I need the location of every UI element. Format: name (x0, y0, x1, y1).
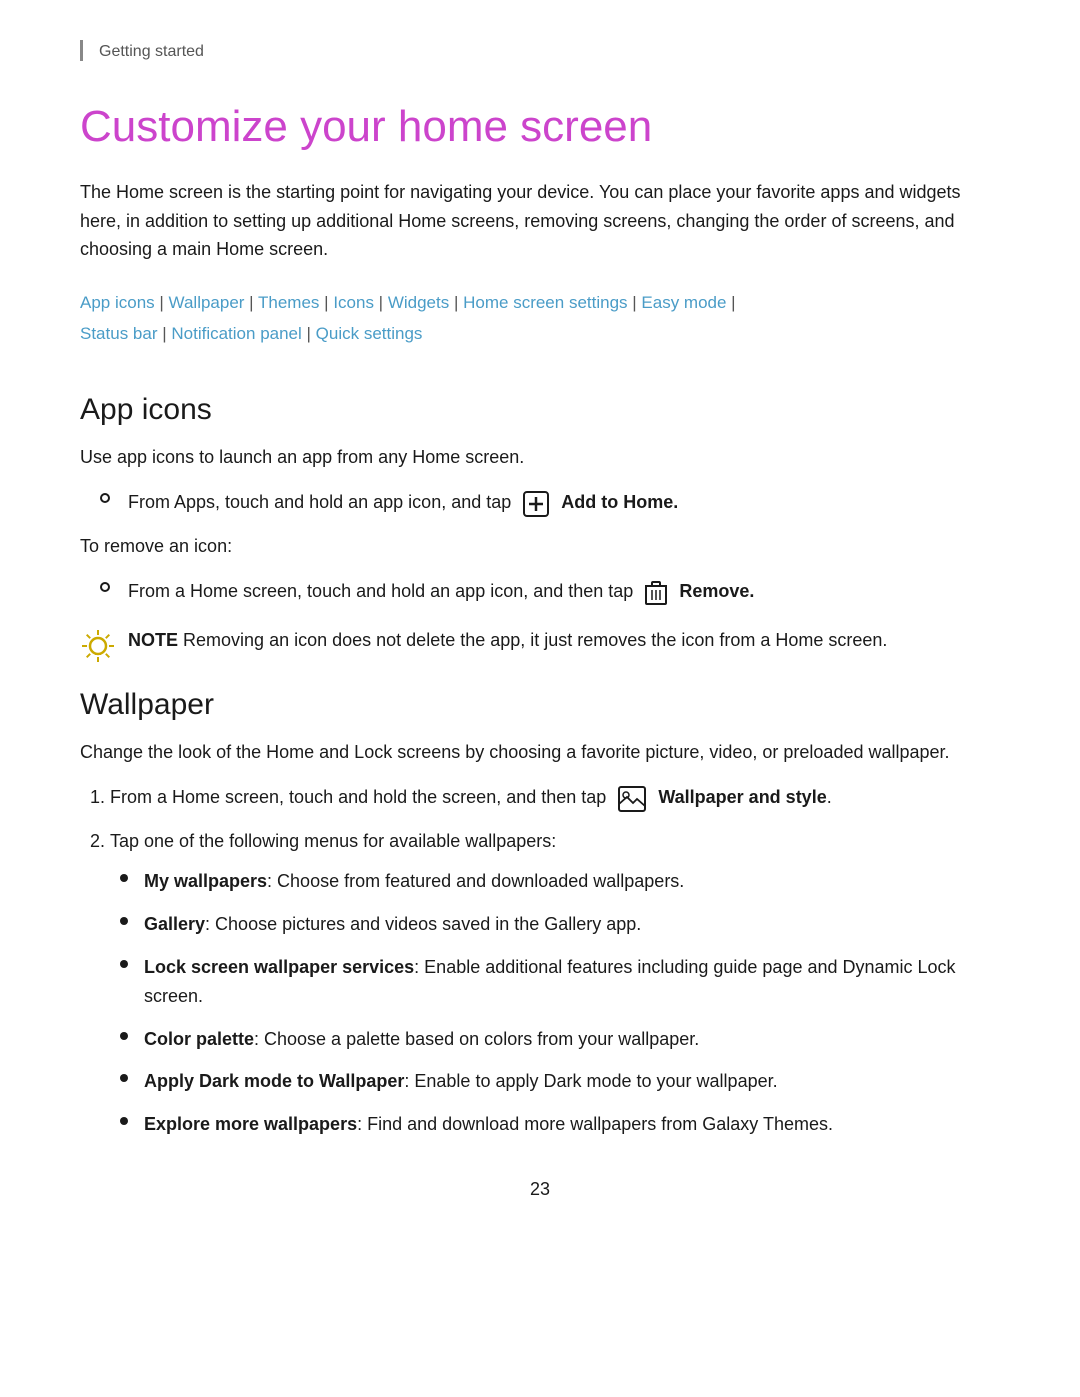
wallpaper-steps: From a Home screen, touch and hold the s… (80, 783, 1000, 1139)
sub-bullet-lock-screen-wallpaper: Lock screen wallpaper services: Enable a… (120, 953, 1000, 1011)
note-text: NOTE Removing an icon does not delete th… (128, 626, 887, 655)
app-icons-bullet-1: From Apps, touch and hold an app icon, a… (80, 488, 1000, 518)
nav-links-bar: App icons | Wallpaper | Themes | Icons |… (80, 288, 1000, 349)
app-icons-heading: App icons (80, 393, 1000, 427)
bullet-circle-1 (100, 493, 110, 503)
remove-intro: To remove an icon: (80, 532, 1000, 561)
intro-paragraph: The Home screen is the starting point fo… (80, 178, 1000, 264)
wallpaper-style-icon (615, 784, 649, 813)
wallpaper-description: Change the look of the Home and Lock scr… (80, 738, 1000, 767)
app-icons-bullet-2-text: From a Home screen, touch and hold an ap… (128, 577, 754, 607)
page-container: Getting started Customize your home scre… (0, 0, 1080, 1397)
sub-bullet-explore-wallpapers: Explore more wallpapers: Find and downlo… (120, 1110, 1000, 1139)
sub-bullet-dark-mode: Apply Dark mode to Wallpaper: Enable to … (120, 1067, 1000, 1096)
note-icon (80, 628, 116, 664)
nav-link-quick-settings[interactable]: Quick settings (316, 324, 423, 343)
nav-link-icons[interactable]: Icons (333, 293, 374, 312)
wallpaper-section: Wallpaper Change the look of the Home an… (80, 688, 1000, 1139)
app-icons-section: App icons Use app icons to launch an app… (80, 393, 1000, 664)
breadcrumb-text: Getting started (99, 43, 204, 60)
sub-bullet-gallery: Gallery: Choose pictures and videos save… (120, 910, 1000, 939)
note-block: NOTE Removing an icon does not delete th… (80, 626, 1000, 664)
nav-link-themes[interactable]: Themes (258, 293, 319, 312)
app-icons-description: Use app icons to launch an app from any … (80, 443, 1000, 472)
add-to-home-icon (520, 489, 552, 518)
wallpaper-heading: Wallpaper (80, 688, 1000, 722)
app-icons-bullet-1-text: From Apps, touch and hold an app icon, a… (128, 488, 678, 518)
nav-link-status-bar[interactable]: Status bar (80, 324, 158, 343)
breadcrumb: Getting started (80, 40, 1000, 61)
nav-link-widgets[interactable]: Widgets (388, 293, 449, 312)
wallpaper-step-1: From a Home screen, touch and hold the s… (110, 783, 1000, 813)
nav-link-home-screen-settings[interactable]: Home screen settings (463, 293, 627, 312)
nav-link-wallpaper[interactable]: Wallpaper (169, 293, 245, 312)
sub-bullet-color-palette: Color palette: Choose a palette based on… (120, 1025, 1000, 1054)
app-icons-bullet-2: From a Home screen, touch and hold an ap… (80, 577, 1000, 607)
sub-bullet-my-wallpapers: My wallpapers: Choose from featured and … (120, 867, 1000, 896)
remove-trash-icon (642, 577, 670, 606)
page-title: Customize your home screen (80, 101, 1000, 154)
page-number: 23 (80, 1179, 1000, 1200)
nav-link-notification-panel[interactable]: Notification panel (171, 324, 301, 343)
bullet-circle-2 (100, 582, 110, 592)
nav-link-app-icons[interactable]: App icons (80, 293, 155, 312)
nav-link-easy-mode[interactable]: Easy mode (641, 293, 726, 312)
wallpaper-sub-bullets: My wallpapers: Choose from featured and … (110, 867, 1000, 1139)
wallpaper-step-2: Tap one of the following menus for avail… (110, 827, 1000, 1139)
